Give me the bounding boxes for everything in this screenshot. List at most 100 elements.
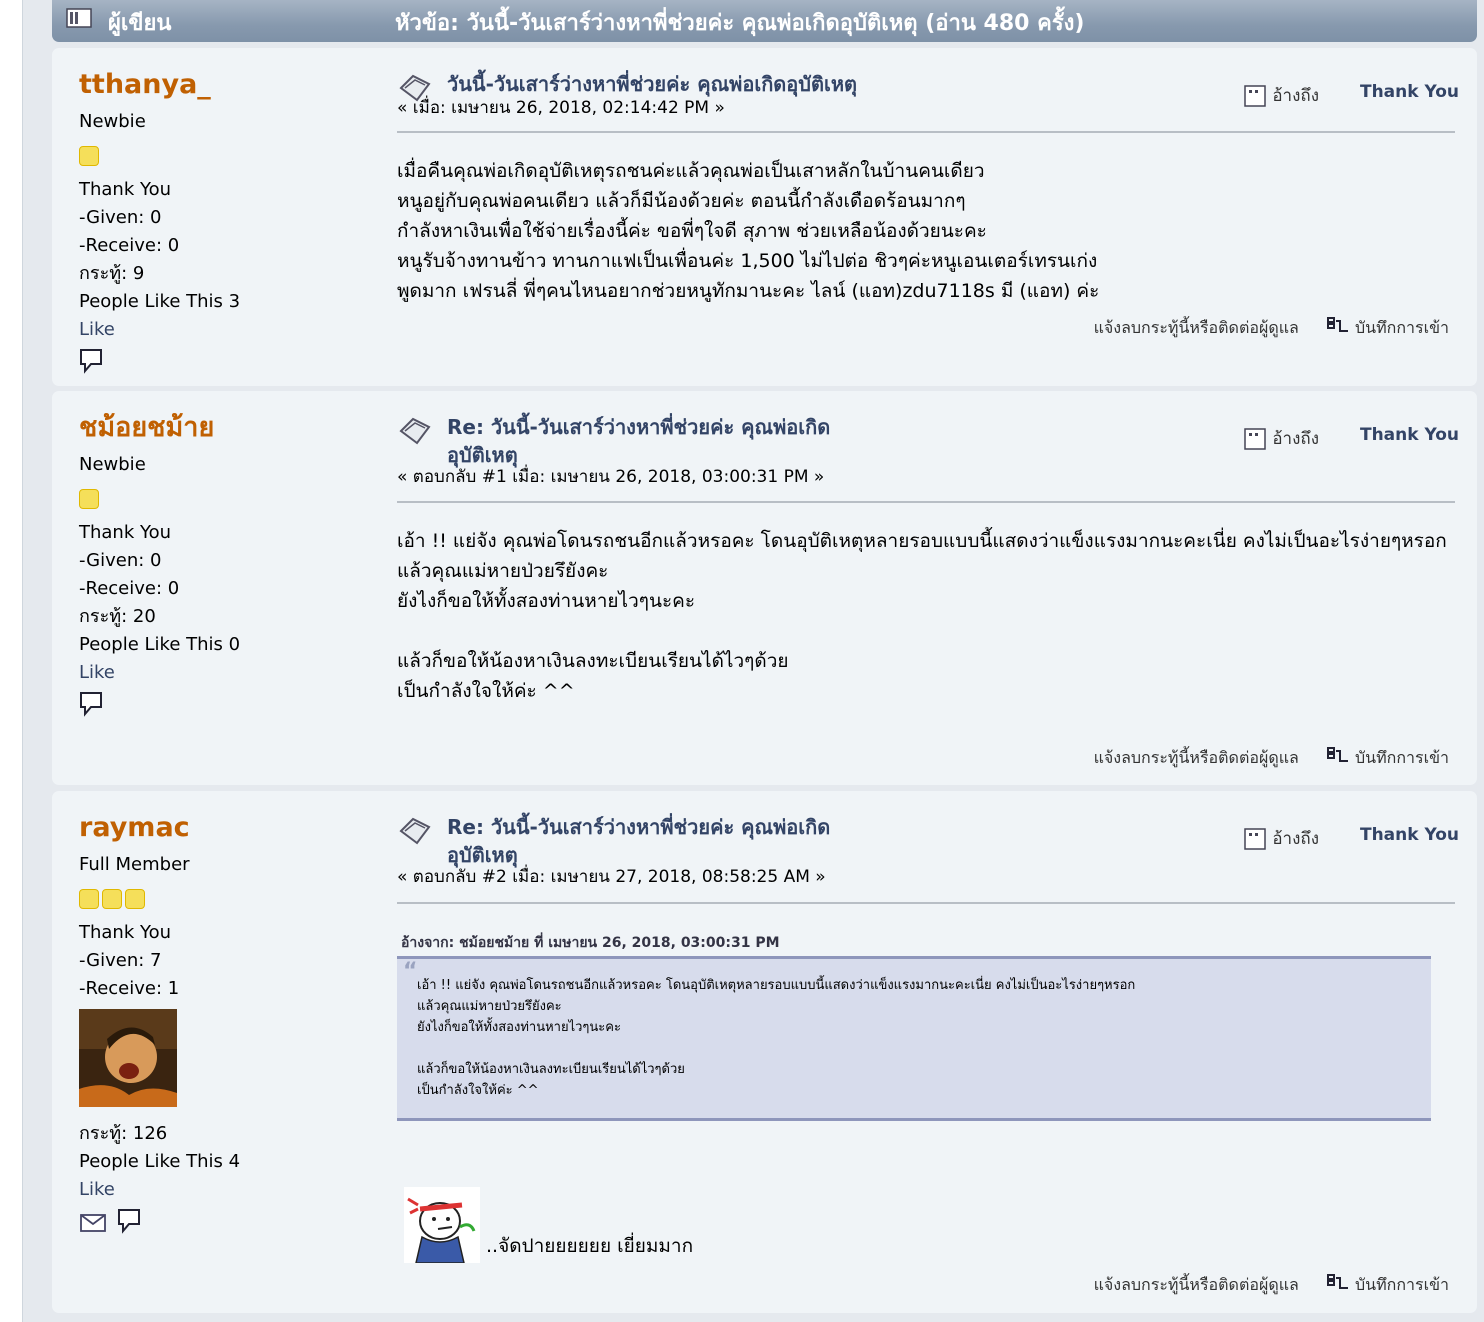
report-link[interactable]: แจ้งลบกระทู้นี้หรือติดต่อผู้ดูแล [1094, 318, 1299, 337]
star-icon [79, 889, 99, 909]
speech-bubble-icon[interactable] [79, 348, 103, 374]
log-label: บันทึกการเข้า [1355, 318, 1449, 337]
people-like-count: People Like This 0 [79, 634, 241, 655]
message-icon [399, 417, 431, 445]
author-column-label: ผู้เขียน [108, 11, 172, 36]
people-like-count: People Like This 4 [79, 1151, 241, 1172]
signature-text: ..จัดปายยยยยย เยี่ยมมาก [486, 1235, 694, 1257]
post-subject[interactable]: Re: วันนี้-วันเสาร์ว่างหาพี่ช่วยค่ะ คุณพ… [447, 813, 887, 869]
left-gutter [0, 0, 23, 1322]
given-count: -Given: 7 [79, 950, 162, 971]
quote-line: เป็นกำลังใจให้ค่ะ ^^ [417, 1083, 539, 1098]
quote-button[interactable]: อ้างถึง [1244, 825, 1319, 852]
post-footer: แจ้งลบกระทู้นี้หรือติดต่อผู้ดูแล บันทึกก… [1094, 1273, 1449, 1298]
post-footer: แจ้งลบกระทู้นี้หรือติดต่อผู้ดูแล บันทึกก… [1094, 746, 1449, 771]
report-link[interactable]: แจ้งลบกระทู้นี้หรือติดต่อผู้ดูแล [1094, 1275, 1299, 1294]
quote-line: เอ้า !! แย่จัง คุณพ่อโดนรถชนอีกแล้วหรอคะ… [417, 978, 1136, 993]
receive-count: -Receive: 1 [79, 978, 180, 999]
post-subject[interactable]: Re: วันนี้-วันเสาร์ว่างหาพี่ช่วยค่ะ คุณพ… [447, 413, 887, 469]
post-date: « เมื่อ: เมษายน 26, 2018, 02:14:42 PM » [397, 98, 725, 118]
poster-name[interactable]: tthanya_ [79, 68, 379, 102]
thank-you-label: Thank You [79, 922, 172, 943]
post-body: เมื่อคืนคุณพ่อเกิดอุบัติเหตุรถชนค่ะแล้วค… [397, 156, 1457, 306]
post-keyinfo: Re: วันนี้-วันเสาร์ว่างหาพี่ช่วยค่ะ คุณพ… [397, 813, 957, 887]
poster-info: tthanya_ Newbie Thank You -Given: 0 -Rec… [79, 48, 379, 378]
ip-log-icon [1326, 747, 1348, 762]
poster-name[interactable]: raymac [79, 811, 379, 845]
speech-bubble-icon[interactable] [79, 691, 103, 717]
topic-header-icon [66, 8, 92, 28]
receive-count: -Receive: 0 [79, 235, 180, 256]
poster-info: ชม้อยชม้าย Newbie Thank You -Given: 0 -R… [79, 391, 379, 721]
poster-icons [79, 1208, 379, 1238]
quote-mark-icon: “ [403, 959, 418, 984]
log-label: บันทึกการเข้า [1355, 1275, 1449, 1294]
like-link[interactable]: Like [79, 1176, 379, 1204]
people-like-count: People Like This 3 [79, 291, 241, 312]
star-icon [125, 889, 145, 909]
member-stars [79, 485, 379, 515]
post-line: หนูรับจ้างทานข้าว ทานกาแฟเป็นเพื่อนค่ะ 1… [397, 250, 1098, 272]
member-group: Newbie [79, 111, 146, 132]
mascot-sticker [404, 1187, 480, 1263]
avatar [79, 1009, 177, 1107]
member-stars [79, 885, 379, 915]
post-count: กระทู้: 126 [79, 1123, 168, 1144]
poster-icons [79, 691, 379, 721]
quote-icon [1244, 828, 1267, 850]
quote-icon [1244, 85, 1267, 107]
post-3: raymac Full Member Thank You -Given: 7 -… [52, 791, 1477, 1313]
ip-log-icon [1326, 317, 1348, 332]
star-icon [102, 889, 122, 909]
quote-block: “ เอ้า !! แย่จัง คุณพ่อโดนรถชนอีกแล้วหรอ… [397, 956, 1431, 1121]
star-icon [79, 489, 99, 509]
log-label: บันทึกการเข้า [1355, 748, 1449, 767]
quote-line [417, 1038, 1431, 1059]
post-footer: แจ้งลบกระทู้นี้หรือติดต่อผู้ดูแล บันทึกก… [1094, 316, 1449, 341]
post-separator [397, 501, 1455, 503]
quote-header[interactable]: อ้างจาก: ชม้อยชม้าย ที่ เมษายน 26, 2018,… [401, 932, 780, 954]
post-count: กระทู้: 9 [79, 263, 145, 284]
given-count: -Given: 0 [79, 550, 162, 571]
given-count: -Given: 0 [79, 207, 162, 228]
post-1: tthanya_ Newbie Thank You -Given: 0 -Rec… [52, 48, 1477, 386]
quote-button[interactable]: อ้างถึง [1244, 82, 1319, 109]
email-icon[interactable] [79, 1212, 107, 1234]
post-line: เป็นกำลังใจให้ค่ะ ^^ [397, 680, 575, 702]
poster-name[interactable]: ชม้อยชม้าย [79, 411, 379, 445]
report-link[interactable]: แจ้งลบกระทู้นี้หรือติดต่อผู้ดูแล [1094, 748, 1299, 767]
thank-you-button[interactable]: Thank You [1360, 825, 1459, 845]
post-keyinfo: Re: วันนี้-วันเสาร์ว่างหาพี่ช่วยค่ะ คุณพ… [397, 413, 957, 487]
post-date: « ตอบกลับ #1 เมื่อ: เมษายน 26, 2018, 03:… [397, 467, 825, 487]
receive-count: -Receive: 0 [79, 578, 180, 599]
thank-you-button[interactable]: Thank You [1360, 425, 1459, 445]
member-stars [79, 142, 379, 172]
post-line: แล้วคุณแม่หายป่วยรึยังคะ [397, 560, 609, 582]
post-line: หนูอยู่กับคุณพ่อคนเดียว แล้วก็มีน้องด้วย… [397, 190, 966, 212]
like-link[interactable]: Like [79, 316, 379, 344]
quote-button[interactable]: อ้างถึง [1244, 425, 1319, 452]
topic-title: หัวข้อ: วันนี้-วันเสาร์ว่างหาพี่ช่วยค่ะ … [395, 11, 1085, 36]
thank-you-label: Thank You [79, 522, 172, 543]
thank-you-label: Thank You [79, 179, 172, 200]
post-date: « ตอบกลับ #2 เมื่อ: เมษายน 27, 2018, 08:… [397, 867, 826, 887]
poster-icons [79, 348, 379, 378]
thank-you-button[interactable]: Thank You [1360, 82, 1459, 102]
poster-info: raymac Full Member Thank You -Given: 7 -… [79, 791, 379, 1238]
quote-line: แล้วคุณแม่หายป่วยรึยังคะ [417, 999, 562, 1014]
quote-label: อ้างถึง [1272, 829, 1319, 849]
quote-label: อ้างถึง [1272, 429, 1319, 449]
post-line: เอ้า !! แย่จัง คุณพ่อโดนรถชนอีกแล้วหรอคะ… [397, 530, 1447, 552]
signature: ..จัดปายยยยยย เยี่ยมมาก [404, 1187, 1104, 1263]
post-line: กำลังหาเงินเพื่อใช้จ่ายเรื่องนี้ค่ะ ขอพี… [397, 220, 987, 242]
quote-label: อ้างถึง [1272, 86, 1319, 106]
post-line: ยังไงก็ขอให้ทั้งสองท่านหายไวๆนะคะ [397, 590, 696, 612]
post-separator [397, 902, 1455, 904]
post-body: เอ้า !! แย่จัง คุณพ่อโดนรถชนอีกแล้วหรอคะ… [397, 526, 1457, 706]
topic-header-bar: ผู้เขียน หัวข้อ: วันนี้-วันเสาร์ว่างหาพี… [52, 0, 1477, 42]
post-line: พูดมาก เฟรนลี่ พี่ๆคนไหนอยากช่วยหนูทักมา… [397, 280, 1100, 302]
ip-log-icon [1326, 1274, 1348, 1289]
quote-line: ยังไงก็ขอให้ทั้งสองท่านหายไวๆนะคะ [417, 1020, 621, 1035]
like-link[interactable]: Like [79, 659, 379, 687]
speech-bubble-icon[interactable] [117, 1208, 141, 1234]
